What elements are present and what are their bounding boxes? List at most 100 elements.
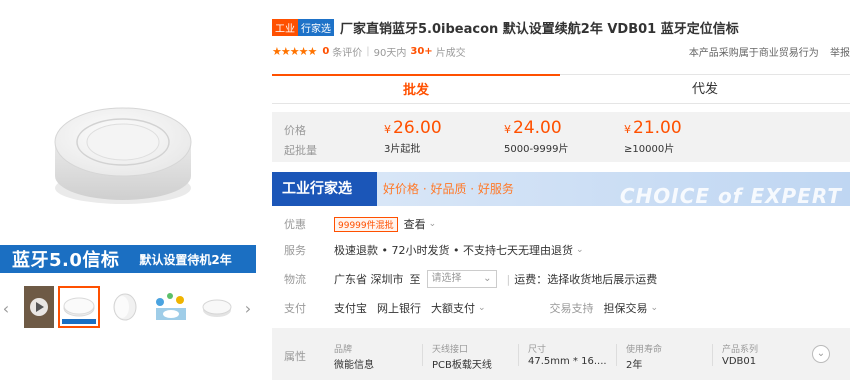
review-label[interactable]: 条评价: [332, 44, 362, 59]
price-value: 21.00: [633, 118, 682, 138]
payment-method[interactable]: 大额支付: [431, 300, 475, 316]
chevron-down-icon[interactable]: ⌄: [478, 303, 486, 313]
product-info: 工业 行家选 厂家直销蓝牙5.0ibeacon 默认设置续航2年 VDB01 蓝…: [272, 0, 850, 383]
attribute-item: 产品系列 VDB01: [722, 342, 758, 367]
chevron-down-icon[interactable]: ⌄: [429, 219, 437, 229]
chevron-down-icon: ⌄: [483, 273, 492, 284]
payment-method: 网上银行: [377, 302, 421, 315]
ship-from: 广东省 深圳市: [334, 273, 404, 286]
offer-label: 优惠: [284, 218, 306, 231]
separator: |: [506, 272, 511, 286]
thumbnail-strip: ‹ ›: [0, 283, 256, 333]
attribute-value: 2年: [626, 360, 643, 371]
payment-method: 支付宝: [334, 302, 367, 315]
price-qty: 3片起批: [384, 144, 421, 155]
ship-to-label: 至: [409, 273, 421, 286]
promo-watermark: CHOICE of EXPERT: [619, 184, 842, 206]
trade-support-label: 交易支持: [549, 302, 594, 315]
price-value: 26.00: [393, 118, 442, 138]
review-count[interactable]: 0: [322, 46, 329, 57]
divider: [422, 344, 423, 366]
attributes-box: 属性 品牌 微能信息 天线接口 PCB板载天线 尺寸 47.5mm * 16..…: [272, 328, 850, 380]
mixed-batch-badge: 99999件混批: [334, 216, 398, 232]
divider: [518, 344, 519, 366]
attribute-item: 品牌 微能信息: [334, 342, 374, 371]
attribute-key: 尺寸: [528, 345, 547, 355]
days-label: 90天内: [373, 47, 407, 59]
attribute-value: VDB01: [722, 356, 757, 367]
price-tier-1: ¥26.00 3片起批: [384, 118, 442, 155]
price-qty: 5000-9999片: [504, 144, 569, 155]
separator: |: [366, 45, 370, 57]
rating-stars-icon: ★★★★★: [272, 44, 317, 58]
destination-select[interactable]: 请选择 ⌄: [426, 270, 497, 288]
payment-label: 支付: [284, 302, 306, 315]
divider: [616, 344, 617, 366]
thumbnail-selected[interactable]: [58, 286, 100, 328]
expand-attributes-icon[interactable]: ⌄: [812, 345, 830, 363]
product-title: 厂家直销蓝牙5.0ibeacon 默认设置续航2年 VDB01 蓝牙定位信标: [340, 22, 739, 37]
beacon-device-image: [54, 107, 192, 204]
meta-right: 本产品采购属于商业贸易行为 举报: [689, 44, 850, 59]
report-link[interactable]: 举报: [830, 48, 850, 59]
attribute-item: 使用寿命 2年: [626, 342, 662, 371]
promo-title: 工业行家选: [282, 181, 352, 197]
thumbnail-video[interactable]: [18, 286, 60, 328]
currency-symbol: ¥: [504, 123, 511, 136]
attribute-item: 天线接口 PCB板载天线: [432, 342, 492, 371]
price-qty: ≥10000片: [624, 144, 675, 155]
logistics-row: 物流 广东省 深圳市 至 请选择 ⌄ | 运费：选择收货地后展示运费: [272, 270, 850, 288]
attribute-item: 尺寸 47.5mm * 16....: [528, 342, 607, 367]
deal-label: 片成交: [435, 47, 466, 59]
banner-subtitle: 默认设置待机2年: [139, 252, 232, 267]
destination-placeholder: 请选择: [431, 273, 462, 284]
price-tier-2: ¥24.00 5000-9999片: [504, 118, 569, 155]
deal-count: 30+: [410, 45, 433, 57]
chevron-down-icon[interactable]: ⌄: [651, 303, 659, 313]
trade-support-value[interactable]: 担保交易: [604, 300, 648, 316]
service-label: 服务: [284, 244, 306, 257]
service-text[interactable]: 极速退款 • 72小时发货 • 不支持七天无理由退货: [334, 242, 573, 258]
attribute-value: 47.5mm * 16....: [528, 356, 607, 367]
industry-tag: 工业: [272, 19, 298, 36]
attribute-value: PCB板载天线: [432, 360, 492, 371]
chevron-down-icon[interactable]: ⌄: [576, 245, 584, 255]
price-label: 价格: [284, 124, 306, 137]
promo-banner[interactable]: 工业行家选 好价格 · 好品质 · 好服务 CHOICE of EXPERT: [272, 172, 850, 206]
tab-dropship[interactable]: 代发: [560, 74, 850, 104]
offer-row: 优惠 99999件混批 查看 ⌄: [272, 215, 850, 233]
currency-symbol: ¥: [384, 123, 391, 136]
thumbnail-scene[interactable]: [150, 286, 192, 328]
divider: [712, 344, 713, 366]
main-product-image[interactable]: [0, 0, 256, 245]
price-box: 价格 起批量 ¥26.00 3片起批 ¥24.00 5000-9999片 ¥21…: [272, 112, 850, 162]
banner-title: 蓝牙5.0信标: [12, 250, 120, 271]
price-tier-3: ¥21.00 ≥10000片: [624, 118, 682, 155]
attribute-value: 微能信息: [334, 360, 374, 371]
moq-label: 起批量: [284, 144, 317, 157]
freight-text: 运费：选择收货地后展示运费: [514, 273, 658, 286]
product-gallery: 蓝牙5.0信标 默认设置待机2年 ‹ ›: [0, 0, 256, 383]
promo-slogan: 好价格 · 好品质 · 好服务: [383, 182, 514, 196]
attribute-key: 产品系列: [722, 345, 759, 355]
meta-row: ★★★★★ 0 条评价 | 90天内 30+ 片成交 本产品采购属于商业贸易行为…: [272, 44, 850, 60]
select-tag: 行家选: [298, 19, 334, 36]
attribute-key: 天线接口: [432, 345, 469, 355]
offer-view-link[interactable]: 查看: [404, 216, 426, 232]
chevron-left-icon[interactable]: ‹: [0, 299, 12, 318]
currency-symbol: ¥: [624, 123, 631, 136]
service-row: 服务 极速退款 • 72小时发货 • 不支持七天无理由退货 ⌄: [272, 241, 850, 259]
purchase-tabs: 批发 代发: [272, 74, 850, 104]
tab-wholesale[interactable]: 批发: [272, 74, 560, 104]
product-banner: 蓝牙5.0信标 默认设置待机2年: [0, 245, 256, 273]
attribute-key: 使用寿命: [626, 345, 663, 355]
logistics-label: 物流: [284, 273, 306, 286]
price-value: 24.00: [513, 118, 562, 138]
attributes-label: 属性: [284, 350, 306, 363]
attribute-key: 品牌: [334, 345, 353, 355]
thumbnail-angle[interactable]: [196, 286, 238, 328]
thumbnail-side-view[interactable]: [104, 286, 146, 328]
chevron-right-icon[interactable]: ›: [242, 299, 254, 318]
title-row: 工业 行家选 厂家直销蓝牙5.0ibeacon 默认设置续航2年 VDB01 蓝…: [272, 18, 739, 37]
payment-row: 支付 支付宝 网上银行 大额支付 ⌄ 交易支持 担保交易 ⌄: [272, 299, 850, 317]
